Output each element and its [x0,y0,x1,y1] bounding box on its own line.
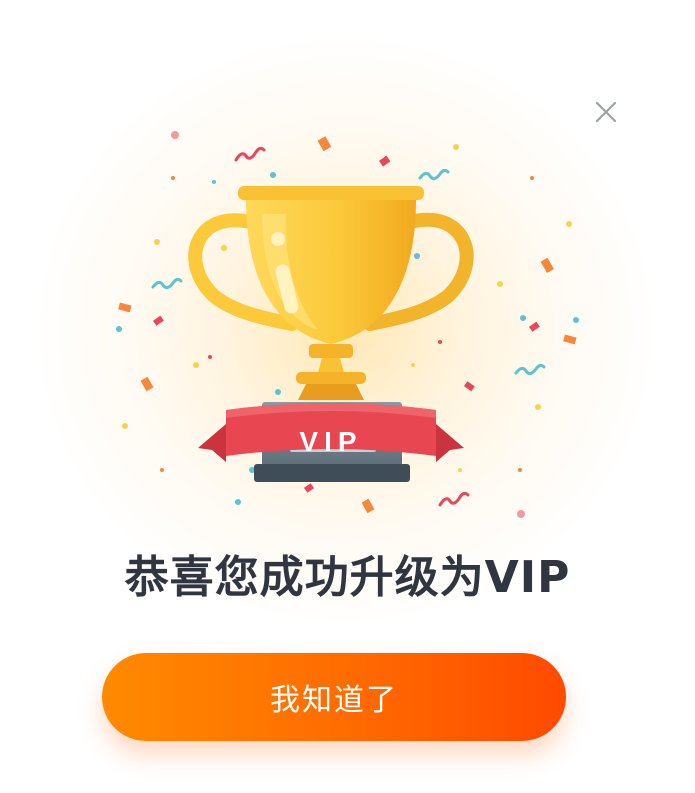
congratulation-title: 恭喜您成功升级为VIP [124,552,571,603]
trophy-icon: VIP [188,186,474,482]
trophy-illustration: VIP [116,131,579,518]
close-icon [595,101,617,123]
vip-badge-text: VIP [299,426,362,457]
close-button[interactable] [590,96,622,128]
confirm-button[interactable]: 我知道了 [102,653,566,741]
vip-upgrade-dialog: VIP 恭喜您成功升级为VIP 我知道了 [0,0,695,793]
